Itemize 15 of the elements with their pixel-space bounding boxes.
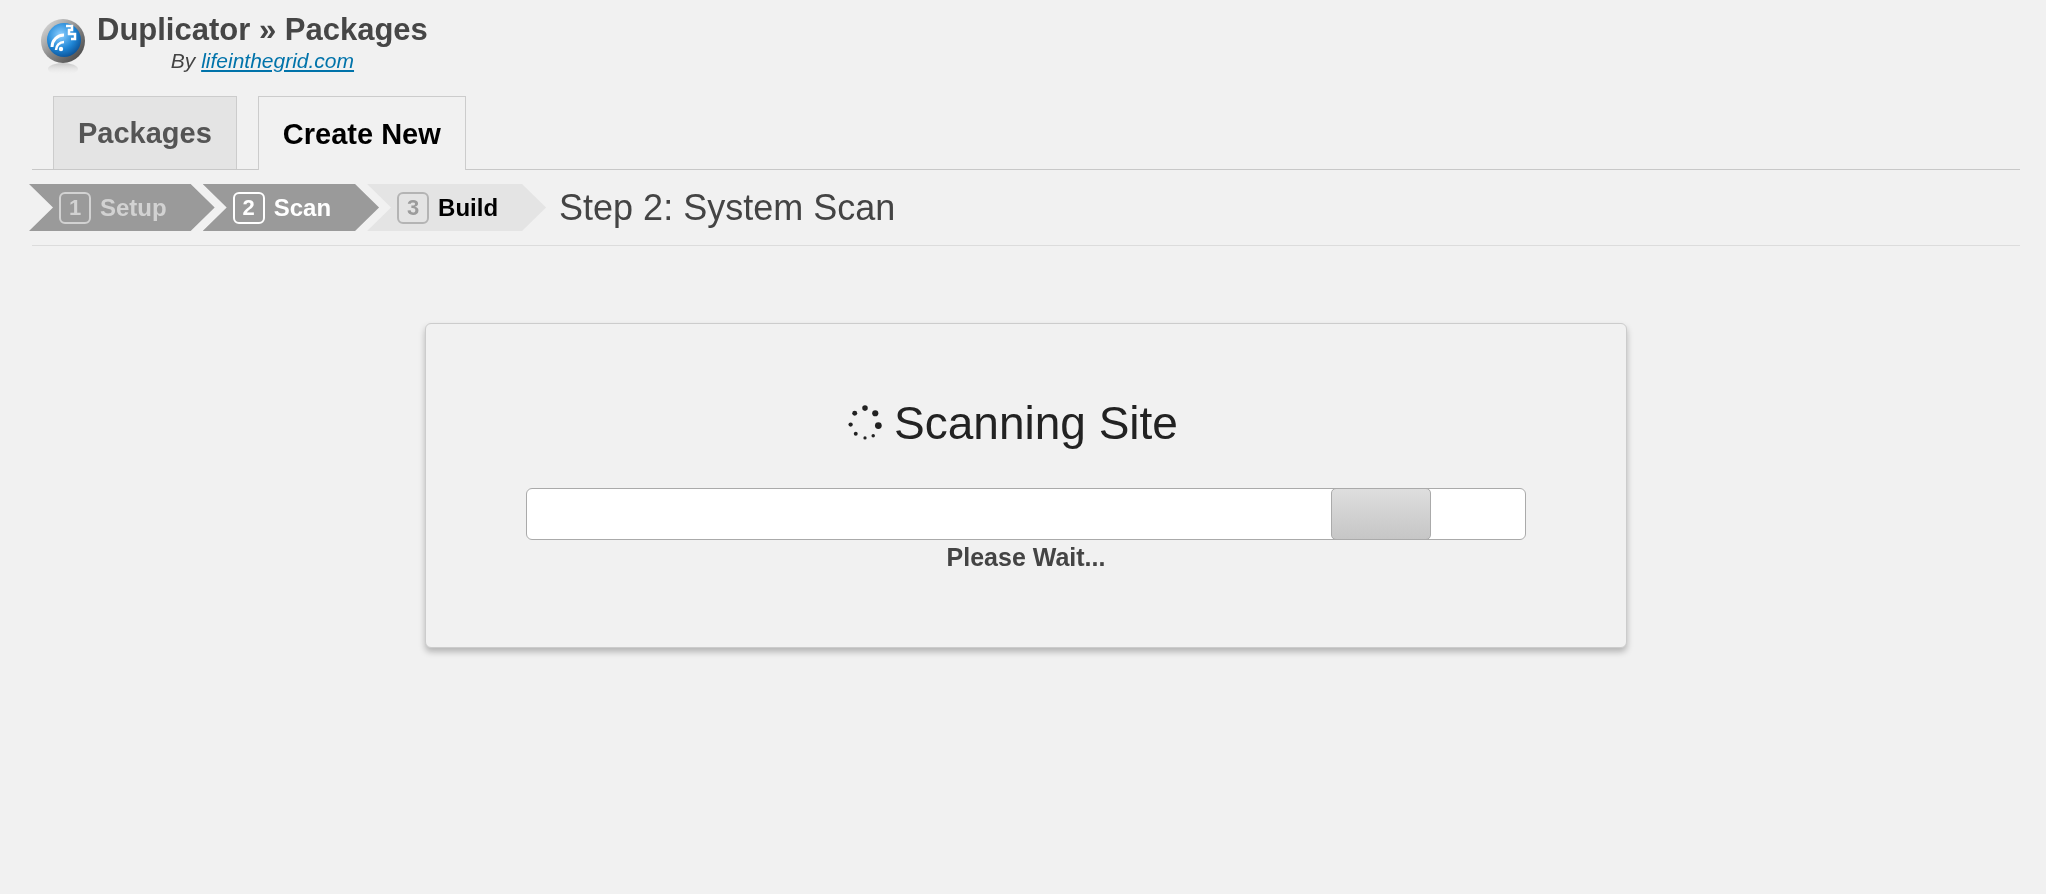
spinner-icon (846, 404, 885, 442)
wait-message: Please Wait... (946, 542, 1106, 572)
step-number: 1 (59, 191, 91, 224)
scan-heading: Scanning Site (894, 396, 1178, 450)
step-number: 2 (232, 191, 265, 224)
step-label: Scan (273, 195, 332, 220)
byline-text: By lifeinthegrid.com (170, 48, 355, 73)
step-label: Setup (100, 195, 167, 220)
step-number: 3 (397, 191, 430, 224)
nav-tab[interactable]: Packages (53, 96, 237, 169)
step-label: Build (438, 195, 499, 220)
page-title: Duplicator » Packages (97, 12, 428, 48)
author-link[interactable]: lifeinthegrid.com (201, 49, 355, 72)
nav-tab[interactable]: Create New (257, 96, 466, 170)
step-heading: Step 2: System Scan (559, 185, 896, 230)
